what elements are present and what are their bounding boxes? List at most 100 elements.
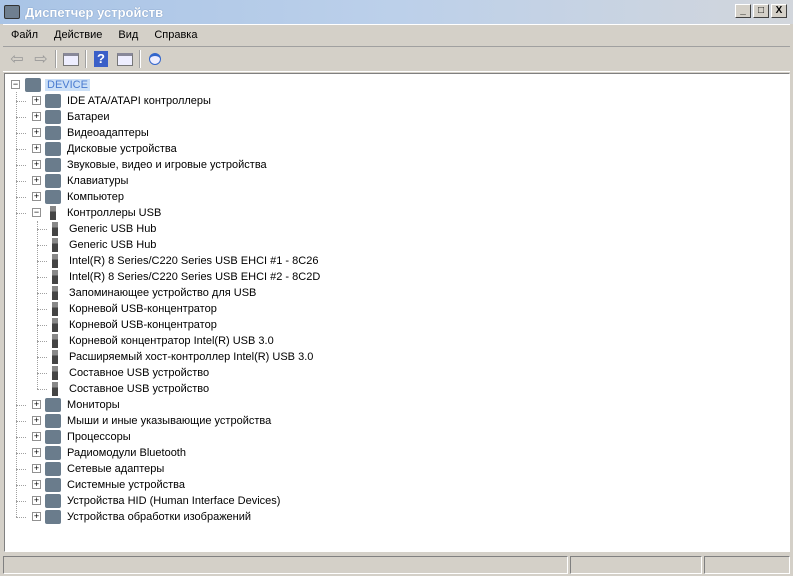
tree-category[interactable]: Компьютер [45, 189, 126, 205]
tree-category[interactable]: Звуковые, видео и игровые устройства [45, 157, 269, 173]
usb-device-item[interactable]: Корневой концентратор Intel(R) USB 3.0 [47, 333, 276, 349]
computer-icon [25, 78, 41, 92]
menu-view[interactable]: Вид [110, 29, 146, 41]
tree-connector [16, 117, 26, 118]
expand-toggle[interactable]: + [32, 448, 41, 457]
expand-toggle[interactable]: + [32, 192, 41, 201]
usb-device-item[interactable]: Generic USB Hub [47, 237, 158, 253]
tree-connector [37, 373, 47, 374]
tree-category-label: Батареи [67, 111, 110, 123]
close-button[interactable]: X [771, 4, 787, 18]
expand-toggle[interactable]: + [32, 144, 41, 153]
expand-toggle[interactable]: + [32, 96, 41, 105]
usb-device-icon [52, 238, 58, 252]
back-arrow-icon[interactable]: ⇦ [7, 50, 27, 68]
tree-connector [16, 213, 26, 214]
help-icon[interactable]: ? [91, 50, 111, 68]
tree-category[interactable]: Мониторы [45, 397, 122, 413]
expand-toggle[interactable]: + [32, 176, 41, 185]
collapse-root-toggle[interactable]: − [11, 80, 20, 89]
tree-category[interactable]: Сетевые адаптеры [45, 461, 166, 477]
device-manager-icon [4, 5, 20, 19]
tree-category[interactable]: Устройства HID (Human Interface Devices) [45, 493, 282, 509]
expand-toggle[interactable]: + [32, 480, 41, 489]
tree-connector [16, 453, 26, 454]
tree-category[interactable]: Контроллеры USB [45, 205, 163, 221]
expand-toggle[interactable]: + [32, 512, 41, 521]
tree-connector [37, 357, 47, 358]
processor-icon [45, 430, 61, 444]
usb-device-icon [52, 286, 58, 300]
tree-connector [16, 501, 26, 502]
tree-category[interactable]: IDE ATA/ATAPI контроллеры [45, 93, 213, 109]
tree-category[interactable]: Батареи [45, 109, 112, 125]
scan-hardware-icon[interactable] [145, 50, 165, 68]
tree-connector [16, 437, 26, 438]
action-pane-icon[interactable] [115, 50, 135, 68]
status-segment [3, 556, 568, 574]
title-bar[interactable]: Диспетчер устройств _ □ X [0, 0, 793, 24]
console-tree-icon[interactable] [61, 50, 81, 68]
tree-category-label: Процессоры [67, 431, 131, 443]
usb-device-icon [52, 318, 58, 332]
tree-category-label: Видеоадаптеры [67, 127, 149, 139]
battery-icon [45, 110, 61, 124]
usb-device-item-label: Корневой концентратор Intel(R) USB 3.0 [69, 335, 274, 347]
expand-toggle[interactable]: + [32, 400, 41, 409]
expand-toggle[interactable]: + [32, 128, 41, 137]
usb-device-item[interactable]: Generic USB Hub [47, 221, 158, 237]
tree-category[interactable]: Устройства обработки изображений [45, 509, 253, 525]
tree-category[interactable]: Мыши и иные указывающие устройства [45, 413, 273, 429]
maximize-button[interactable]: □ [753, 4, 769, 18]
usb-device-item[interactable]: Составное USB устройство [47, 381, 211, 397]
minimize-button[interactable]: _ [735, 4, 751, 18]
expand-toggle[interactable]: + [32, 416, 41, 425]
tree-category[interactable]: Процессоры [45, 429, 133, 445]
device-tree[interactable]: − DEVICE + IDE ATA/ATAPI контроллеры + Батаре… [4, 73, 790, 552]
tree-category[interactable]: Видеоадаптеры [45, 125, 151, 141]
tree-category-label: Сетевые адаптеры [67, 463, 165, 475]
collapse-toggle[interactable]: − [32, 208, 41, 217]
menu-action[interactable]: Действие [46, 29, 110, 41]
usb-device-item[interactable]: Составное USB устройство [47, 365, 211, 381]
tree-root-label: DEVICE [45, 79, 90, 91]
usb-device-item[interactable]: Intel(R) 8 Series/C220 Series USB EHCI #… [47, 269, 322, 285]
speaker-icon [45, 158, 61, 172]
tree-connector [37, 221, 38, 389]
disk-drive-icon [45, 142, 61, 156]
usb-device-icon [52, 302, 58, 316]
tree-category[interactable]: Дисковые устройства [45, 141, 179, 157]
expand-toggle[interactable]: + [32, 160, 41, 169]
tree-category[interactable]: Клавиатуры [45, 173, 130, 189]
usb-device-item-label: Запоминающее устройство для USB [69, 287, 257, 299]
tree-category[interactable]: Системные устройства [45, 477, 187, 493]
menu-bar: Файл Действие Вид Справка [3, 24, 790, 44]
usb-device-item[interactable]: Запоминающее устройство для USB [47, 285, 258, 301]
system-device-icon [45, 478, 61, 492]
usb-device-item-label: Корневой USB-концентратор [69, 303, 217, 315]
usb-device-item[interactable]: Корневой USB-концентратор [47, 301, 219, 317]
tree-category[interactable]: Радиомодули Bluetooth [45, 445, 188, 461]
usb-device-item[interactable]: Intel(R) 8 Series/C220 Series USB EHCI #… [47, 253, 320, 269]
usb-device-item-label: Intel(R) 8 Series/C220 Series USB EHCI #… [69, 271, 321, 283]
toolbar-separator [55, 50, 57, 68]
tree-root[interactable]: DEVICE [25, 77, 90, 93]
usb-device-item[interactable]: Расширяемый хост-контроллер Intel(R) USB… [47, 349, 315, 365]
mouse-icon [45, 414, 61, 428]
expand-toggle[interactable]: + [32, 112, 41, 121]
tree-connector [16, 101, 26, 102]
tree-connector [16, 469, 26, 470]
computer-icon [45, 190, 61, 204]
menu-file[interactable]: Файл [3, 29, 46, 41]
usb-device-icon [52, 222, 58, 236]
bluetooth-icon [45, 446, 61, 460]
tree-connector [37, 261, 47, 262]
usb-device-item-label: Intel(R) 8 Series/C220 Series USB EHCI #… [69, 255, 319, 267]
status-segment [570, 556, 702, 574]
expand-toggle[interactable]: + [32, 496, 41, 505]
forward-arrow-icon[interactable]: ⇨ [31, 50, 51, 68]
menu-help[interactable]: Справка [146, 29, 205, 41]
expand-toggle[interactable]: + [32, 432, 41, 441]
expand-toggle[interactable]: + [32, 464, 41, 473]
usb-device-item[interactable]: Корневой USB-концентратор [47, 317, 219, 333]
